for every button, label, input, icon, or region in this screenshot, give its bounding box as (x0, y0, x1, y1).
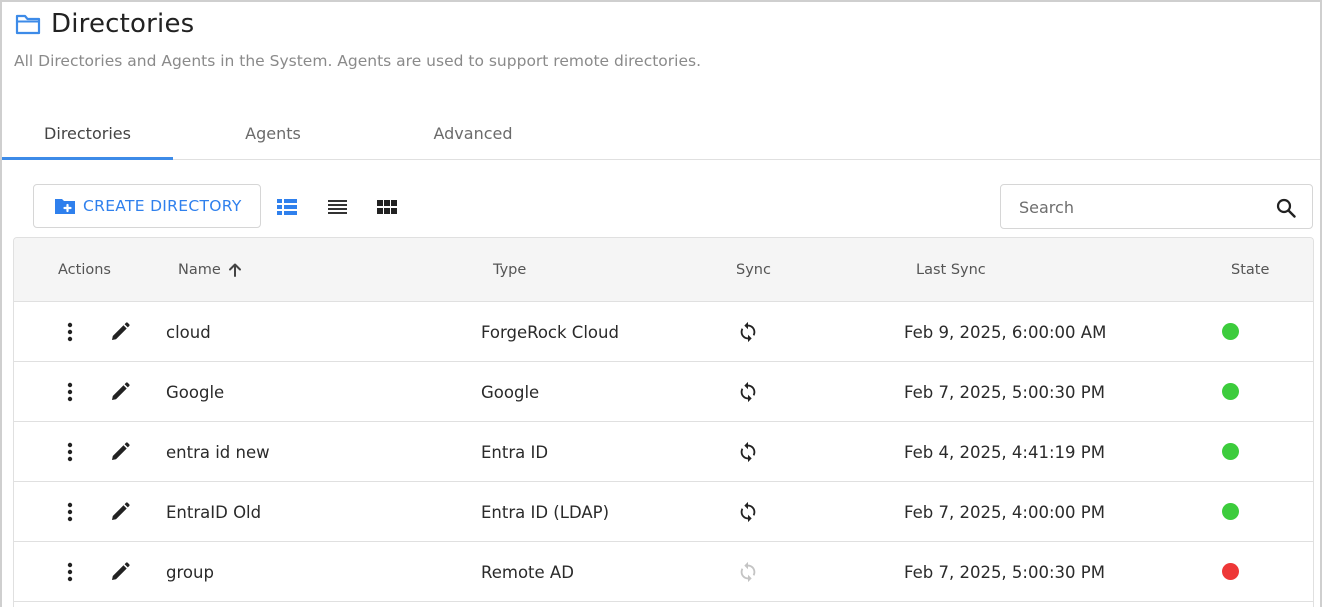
active-tab-indicator (2, 157, 173, 160)
create-directory-button[interactable]: CREATE DIRECTORY (33, 184, 261, 228)
state-indicator (1222, 383, 1239, 400)
edit-pencil-icon[interactable] (109, 321, 131, 343)
row-last-sync: Feb 7, 2025, 5:00:30 PM (904, 382, 1105, 402)
row-type: Remote AD (481, 562, 574, 582)
row-last-sync: Feb 7, 2025, 5:00:30 PM (904, 562, 1105, 582)
sync-icon[interactable] (736, 380, 760, 404)
edit-pencil-icon[interactable] (109, 561, 131, 583)
state-indicator (1222, 563, 1239, 580)
column-header-state: State (1231, 262, 1270, 278)
table-row[interactable]: cloud ForgeRock Cloud Feb 9, 2025, 6:00:00… (14, 302, 1313, 362)
tab-agents[interactable]: Agents (173, 106, 373, 160)
row-actions-menu-icon[interactable] (59, 440, 81, 464)
column-header-name-label: Name (178, 262, 221, 278)
page-title: Directories (51, 9, 195, 39)
row-type: Entra ID (481, 442, 549, 462)
folder-icon (15, 14, 41, 35)
row-last-sync: Feb 4, 2025, 4:41:19 PM (904, 442, 1105, 462)
row-type: Entra ID (LDAP) (481, 502, 610, 522)
tab-bar: Directories Agents Advanced (2, 106, 1320, 160)
create-directory-label: CREATE DIRECTORY (83, 197, 242, 215)
row-actions-menu-icon[interactable] (59, 380, 81, 404)
sync-icon[interactable] (736, 500, 760, 524)
table-row[interactable]: entra id new Entra ID Feb 4, 2025, 4:41:19… (14, 422, 1313, 482)
row-actions-menu-icon[interactable] (59, 500, 81, 524)
row-type: ForgeRock Cloud (481, 322, 619, 342)
column-header-name[interactable]: Name (178, 238, 242, 302)
sort-ascending-icon (228, 263, 241, 277)
row-actions-menu-icon[interactable] (59, 320, 81, 344)
row-last-sync: Feb 7, 2025, 4:00:00 PM (904, 502, 1105, 522)
directories-page: Directories All Directories and Agents i… (0, 0, 1322, 607)
column-header-type: Type (493, 262, 527, 278)
row-last-sync: Feb 9, 2025, 6:00:00 AM (904, 322, 1107, 342)
card-list-view-icon[interactable] (276, 196, 298, 218)
row-name[interactable]: cloud (166, 302, 211, 362)
edit-pencil-icon[interactable] (109, 441, 131, 463)
row-name[interactable]: EntraID Old (166, 482, 261, 542)
directories-table: Actions Name Type Sync Last Sync State c… (13, 237, 1314, 607)
row-actions-menu-icon[interactable] (59, 560, 81, 584)
row-name[interactable]: group (166, 542, 214, 602)
page-subtitle: All Directories and Agents in the System… (14, 52, 702, 70)
table-header: Actions Name Type Sync Last Sync State (14, 238, 1313, 302)
state-indicator (1222, 443, 1239, 460)
edit-pencil-icon[interactable] (109, 501, 131, 523)
state-indicator (1222, 323, 1239, 340)
search-icon[interactable] (1276, 198, 1296, 218)
table-row[interactable]: group Remote AD Feb 7, 2025, 5:00:30 PM (14, 542, 1313, 602)
sync-icon[interactable] (736, 320, 760, 344)
tab-directories[interactable]: Directories (2, 106, 173, 160)
sync-icon[interactable] (736, 560, 760, 584)
list-view-icon[interactable] (326, 196, 348, 218)
column-header-last-sync: Last Sync (916, 262, 986, 278)
column-header-sync: Sync (736, 262, 771, 278)
state-indicator (1222, 503, 1239, 520)
grid-view-icon[interactable] (376, 196, 398, 218)
tab-advanced[interactable]: Advanced (373, 106, 573, 160)
search-box[interactable] (1000, 184, 1313, 229)
page-header: Directories (15, 6, 194, 42)
row-type: Google (481, 382, 540, 402)
table-row[interactable]: EntraID Old Entra ID (LDAP) Feb 7, 2025, 4… (14, 482, 1313, 542)
row-name[interactable]: entra id new (166, 422, 270, 482)
column-header-actions: Actions (58, 262, 111, 278)
folder-add-icon (55, 199, 75, 214)
row-name[interactable]: Google (166, 362, 224, 422)
sync-icon[interactable] (736, 440, 760, 464)
search-input[interactable] (1019, 195, 1259, 219)
edit-pencil-icon[interactable] (109, 381, 131, 403)
table-row[interactable]: Google Google Feb 7, 2025, 5:00:30 PM (14, 362, 1313, 422)
